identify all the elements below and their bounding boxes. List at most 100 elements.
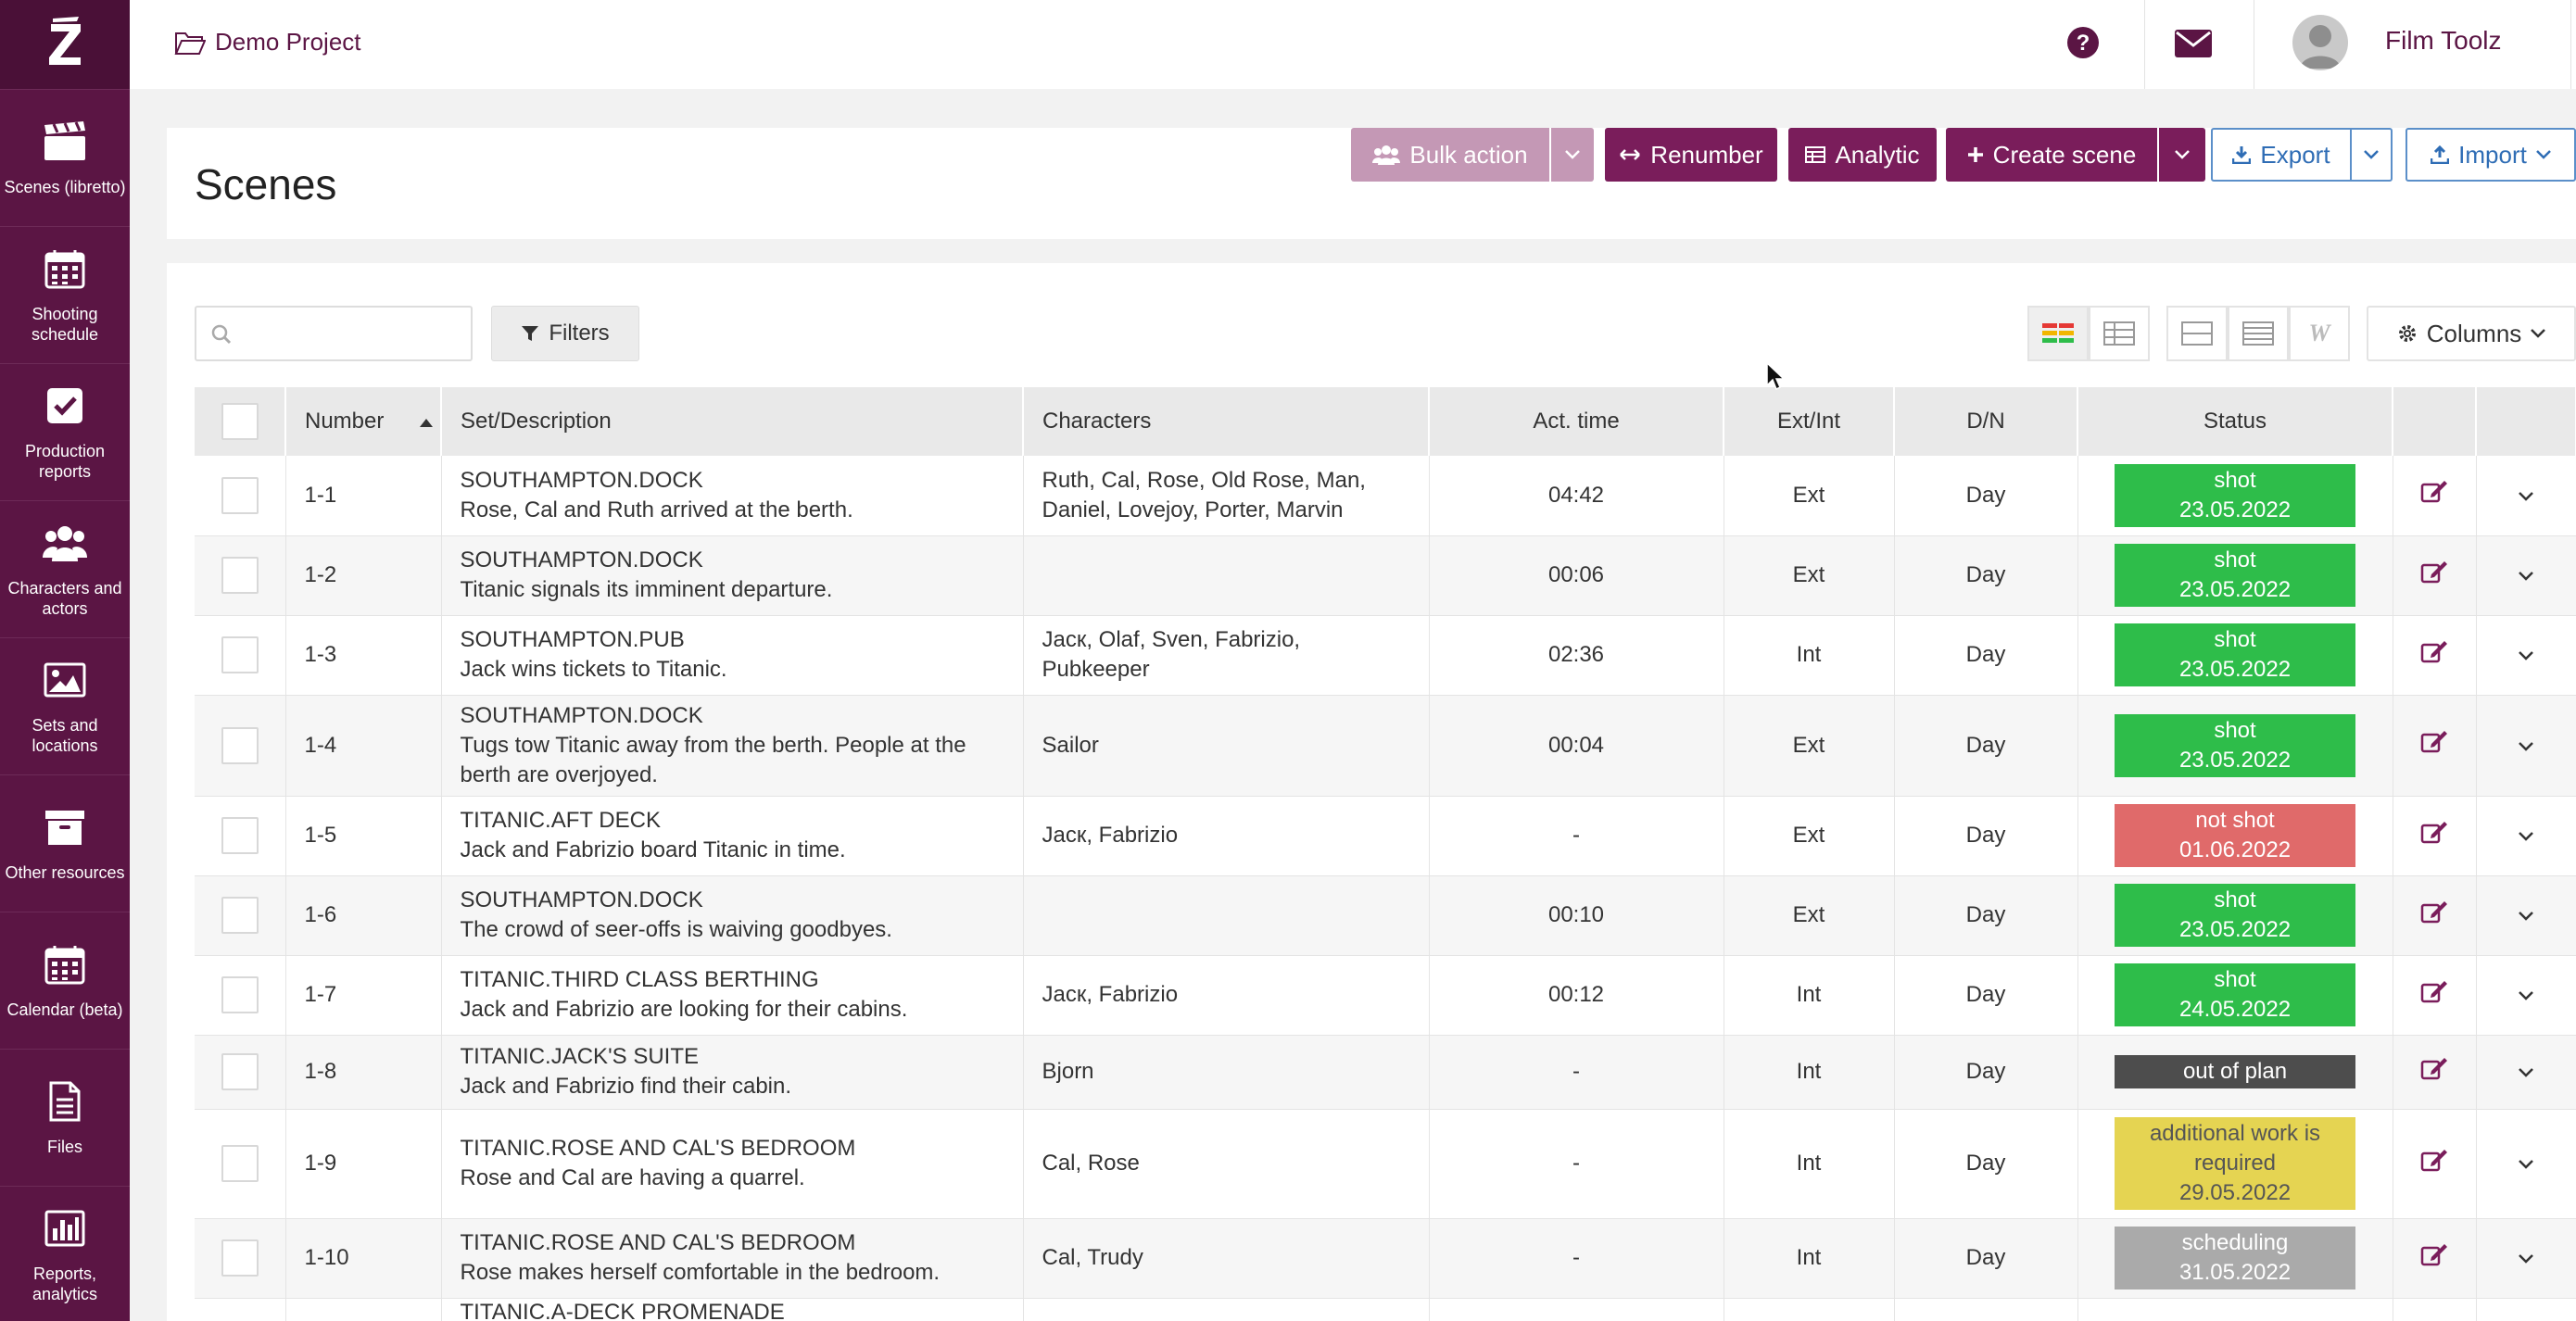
status-badge[interactable]: shot 24.05.2022 (2115, 963, 2355, 1026)
chevron-down-icon[interactable] (2518, 990, 2534, 1001)
create-scene-dropdown[interactable] (2159, 128, 2205, 182)
row-checkbox[interactable] (221, 1145, 259, 1182)
row-select-cell[interactable] (195, 695, 286, 797)
chevron-down-icon[interactable] (2518, 741, 2534, 752)
user-name[interactable]: Film Toolz (2385, 26, 2502, 56)
app-logo[interactable] (0, 0, 130, 89)
edit-icon[interactable] (2420, 1242, 2448, 1266)
row-checkbox[interactable] (221, 636, 259, 673)
row-checkbox[interactable] (221, 726, 259, 764)
help-button[interactable]: ? (2066, 26, 2100, 64)
row-select-cell[interactable] (195, 615, 286, 696)
bulk-action-button[interactable]: Bulk action (1351, 128, 1549, 182)
row-height-large-button[interactable] (2166, 306, 2228, 361)
row-height-small-button[interactable] (2228, 306, 2289, 361)
avatar[interactable] (2292, 15, 2348, 70)
table-row[interactable]: 1-9 TITANIC.ROSE AND CAL'S BEDROOM Rose a… (195, 1109, 2576, 1219)
sidebar-item-reports-analytics[interactable]: Reports, analytics (0, 1186, 130, 1321)
table-row[interactable]: 1-3 SOUTHAMPTON.PUB Jack wins tickets to … (195, 615, 2576, 696)
status-badge[interactable]: shot 23.05.2022 (2115, 463, 2355, 527)
status-badge[interactable]: out of plan (2115, 1055, 2355, 1088)
sidebar-item-production-reports[interactable]: Production reports (0, 363, 130, 500)
edit-icon[interactable] (2420, 560, 2448, 584)
filters-button[interactable]: Filters (491, 306, 639, 361)
row-select-cell[interactable] (195, 1109, 286, 1219)
edit-icon[interactable] (2420, 729, 2448, 753)
renumber-button[interactable]: Renumber (1605, 128, 1777, 182)
chevron-down-icon[interactable] (2518, 650, 2534, 661)
table-row[interactable]: 1-8 TITANIC.JACK'S SUITE Jack and Fabrizi… (195, 1035, 2576, 1110)
column-header-ext-int[interactable]: Ext/Int (1724, 387, 1895, 456)
table-row[interactable]: TITANIC.A-DECK PROMENADE (195, 1298, 2576, 1321)
column-header-dn[interactable]: D/N (1894, 387, 2078, 456)
table-row[interactable]: 1-7 TITANIC.THIRD CLASS BERTHING Jack and… (195, 955, 2576, 1036)
row-select-cell[interactable] (195, 535, 286, 616)
chevron-down-icon[interactable] (2518, 911, 2534, 922)
chevron-down-icon[interactable] (2518, 1253, 2534, 1264)
import-button[interactable]: Import (2406, 128, 2576, 182)
sidebar-item-characters-and-actors[interactable]: Characters and actors (0, 500, 130, 637)
chevron-down-icon[interactable] (2518, 1159, 2534, 1170)
bulk-action-dropdown[interactable] (1551, 128, 1594, 182)
status-badge[interactable]: shot 23.05.2022 (2115, 713, 2355, 777)
search-box[interactable] (195, 306, 473, 361)
chevron-down-icon[interactable] (2518, 491, 2534, 502)
chevron-down-icon[interactable] (2518, 831, 2534, 842)
chevron-down-icon[interactable] (2518, 571, 2534, 582)
row-select-cell[interactable] (195, 1218, 286, 1299)
view-table-button[interactable] (2089, 306, 2150, 361)
table-row[interactable]: 1-4 SOUTHAMPTON.DOCK Tugs tow Titanic awa… (195, 695, 2576, 797)
column-header-characters[interactable]: Characters (1023, 387, 1430, 456)
view-colored-button[interactable] (2027, 306, 2089, 361)
sidebar-item-shooting-schedule[interactable]: Shooting schedule (0, 226, 130, 363)
sidebar-item-files[interactable]: Files (0, 1049, 130, 1186)
row-checkbox[interactable] (221, 897, 259, 934)
select-all-cell[interactable] (195, 387, 286, 456)
status-badge[interactable]: shot 23.05.2022 (2115, 884, 2355, 947)
create-scene-button[interactable]: Create scene (1946, 128, 2157, 182)
table-row[interactable]: 1-2 SOUTHAMPTON.DOCK Titanic signals its … (195, 535, 2576, 616)
project-selector[interactable]: Demo Project (174, 28, 361, 57)
sidebar-item-calendar-beta[interactable]: Calendar (beta) (0, 912, 130, 1049)
select-all-checkbox[interactable] (221, 403, 259, 440)
column-header-number[interactable]: Number (285, 387, 442, 456)
export-button[interactable]: Export (2211, 128, 2352, 182)
edit-icon[interactable] (2420, 900, 2448, 924)
wrap-text-button[interactable]: W (2289, 306, 2350, 361)
edit-icon[interactable] (2420, 820, 2448, 844)
row-checkbox[interactable] (221, 557, 259, 594)
analytic-button[interactable]: Analytic (1788, 128, 1937, 182)
sidebar-item-scenes-libretto[interactable]: Scenes (libretto) (0, 89, 130, 226)
status-badge[interactable]: shot 23.05.2022 (2115, 544, 2355, 607)
row-checkbox[interactable] (221, 476, 259, 514)
status-badge[interactable]: not shot 01.06.2022 (2115, 804, 2355, 867)
row-checkbox[interactable] (221, 1053, 259, 1090)
row-checkbox[interactable] (221, 817, 259, 854)
column-header-status[interactable]: Status (2077, 387, 2393, 456)
column-header-act-time[interactable]: Act. time (1429, 387, 1724, 456)
row-select-cell[interactable] (195, 1298, 286, 1321)
status-badge[interactable]: additional work is required 29.05.2022 (2115, 1117, 2355, 1210)
edit-icon[interactable] (2420, 479, 2448, 503)
status-badge[interactable]: scheduling 31.05.2022 (2115, 1227, 2355, 1290)
row-select-cell[interactable] (195, 955, 286, 1036)
chevron-down-icon[interactable] (2518, 1067, 2534, 1078)
row-select-cell[interactable] (195, 875, 286, 956)
row-select-cell[interactable] (195, 796, 286, 876)
edit-icon[interactable] (2420, 1056, 2448, 1080)
sidebar-item-sets-and-locations[interactable]: Sets and locations (0, 637, 130, 774)
table-row[interactable]: 1-6 SOUTHAMPTON.DOCK The crowd of seer-of… (195, 875, 2576, 956)
edit-icon[interactable] (2420, 979, 2448, 1003)
row-checkbox[interactable] (221, 976, 259, 1013)
messages-button[interactable] (2175, 30, 2212, 62)
table-row[interactable]: 1-5 TITANIC.AFT DECK Jack and Fabrizio bo… (195, 796, 2576, 876)
table-row[interactable]: 1-10 TITANIC.ROSE AND CAL'S BEDROOM Rose … (195, 1218, 2576, 1299)
column-header-set[interactable]: Set/Description (441, 387, 1024, 456)
table-row[interactable]: 1-1 SOUTHAMPTON.DOCK Rose, Cal and Ruth a… (195, 456, 2576, 536)
search-input[interactable] (241, 317, 463, 352)
row-select-cell[interactable] (195, 456, 286, 536)
sidebar-item-other-resources[interactable]: Other resources (0, 774, 130, 912)
export-dropdown[interactable] (2350, 128, 2393, 182)
row-checkbox[interactable] (221, 1239, 259, 1277)
edit-icon[interactable] (2420, 639, 2448, 663)
